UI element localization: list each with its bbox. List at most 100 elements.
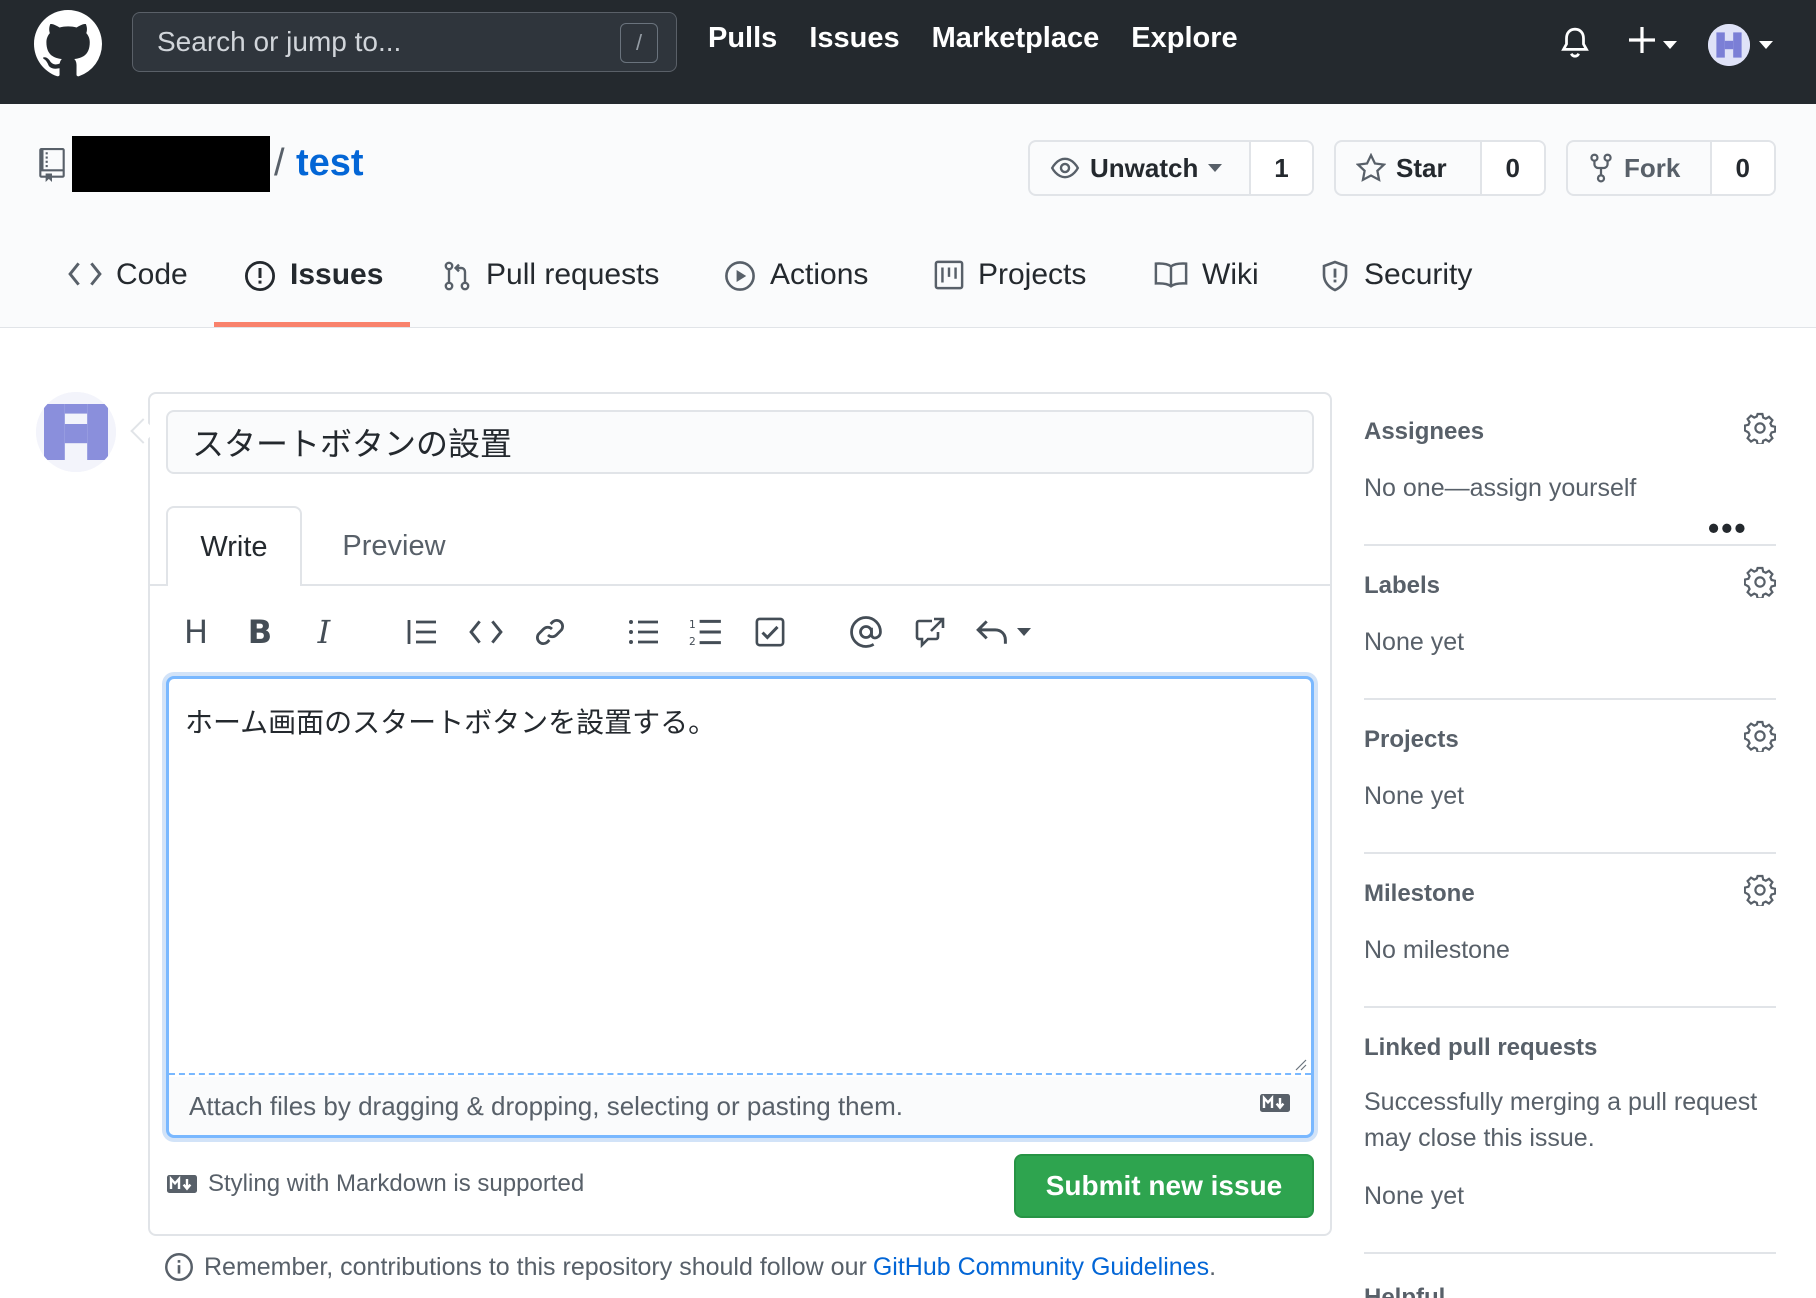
chevron-down-icon [1017,628,1031,636]
task-list-button[interactable] [748,608,792,656]
mention-button[interactable] [844,608,888,656]
fork-icon [1590,153,1612,183]
chevron-down-icon [1208,164,1223,172]
watch-button-group: Unwatch 1 [1028,140,1314,196]
tab-write[interactable]: Write [166,506,302,586]
gear-icon[interactable] [1744,412,1776,444]
fork-count[interactable]: 0 [1711,142,1774,194]
guidelines-suffix: . [1209,1252,1217,1281]
nav-issues[interactable]: Issues [809,22,899,55]
pull-request-icon [444,261,470,291]
guidelines-prefix: Remember, contributions to this reposito… [204,1252,867,1281]
bold-icon: B [247,613,273,651]
author-avatar[interactable] [36,392,116,472]
italic-icon: I [317,613,331,651]
tab-preview[interactable]: Preview [316,506,472,586]
tab-issues-label: Issues [290,258,384,291]
nav-explore[interactable]: Explore [1131,22,1237,55]
chevron-down-icon[interactable] [1662,40,1678,50]
fork-button-group: Fork 0 [1566,140,1776,196]
saved-replies-dropdown[interactable] [1002,608,1046,656]
unwatch-button[interactable]: Unwatch [1030,142,1252,194]
tab-code[interactable]: Code [68,248,188,328]
tab-actions[interactable]: Actions [724,248,868,328]
repo-icon [39,148,65,182]
star-count[interactable]: 0 [1481,142,1544,194]
linked-pr-value: None yet [1364,1182,1465,1210]
search-shortcut-key: / [620,23,658,63]
tab-code-label: Code [116,258,188,291]
repo-tabs: Code Issues Pull requests Actions Projec… [0,248,1816,546]
helpful-resources-title: Helpful [1364,1284,1446,1298]
tab-wiki-label: Wiki [1202,258,1259,291]
global-header: / Pulls Issues Marketplace Explore [0,0,1816,104]
active-tab-indicator [214,322,410,327]
assignees-title[interactable]: Assignees [1364,418,1484,446]
eye-icon [1050,157,1080,179]
projects-title[interactable]: Projects [1364,726,1459,754]
repo-name-link[interactable]: test [296,142,364,185]
star-button[interactable]: Star [1336,142,1482,194]
gear-icon[interactable] [1744,720,1776,752]
projects-value: None yet [1364,782,1465,810]
link-icon [536,619,564,645]
github-mark-icon[interactable] [34,10,102,78]
fork-button[interactable]: Fork [1568,142,1712,194]
quote-icon [407,620,436,644]
redacted-owner-name [72,136,270,192]
linked-pr-description-line1: Successfully merging a pull request [1364,1088,1758,1116]
svg-text:1: 1 [689,618,696,631]
milestone-section: Milestone No milestone [1364,874,1776,1008]
heading-icon: H [183,613,209,651]
tab-wiki[interactable]: Wiki [1154,248,1259,328]
nav-pulls[interactable]: Pulls [708,22,777,55]
tab-pull-requests[interactable]: Pull requests [442,248,659,328]
heading-button[interactable]: H [174,608,218,656]
tab-issues[interactable]: Issues [244,248,383,328]
italic-button[interactable]: I [302,608,346,656]
tab-security[interactable]: Security [1320,248,1472,328]
avatar[interactable] [1708,24,1750,66]
nav-marketplace[interactable]: Marketplace [932,22,1100,55]
assign-yourself-link[interactable]: No one—assign yourself [1364,470,1636,506]
submit-new-issue-button[interactable]: Submit new issue [1014,1154,1314,1218]
contribution-guidelines-note: Remember, contributions to this reposito… [164,1252,1216,1282]
ordered-list-icon: 1 2 [689,618,721,647]
markdown-note-text: Styling with Markdown is supported [208,1170,585,1197]
community-guidelines-link[interactable]: GitHub Community Guidelines [873,1253,1209,1282]
linked-pr-description-line2: may close this issue. [1364,1124,1595,1152]
markdown-support-note[interactable]: Styling with Markdown is supported [166,1170,584,1198]
shield-icon [1322,260,1348,292]
star-label: Star [1396,152,1447,183]
reference-button[interactable] [908,608,952,656]
linked-pull-requests-title: Linked pull requests [1364,1034,1598,1061]
identicon-icon [1708,24,1750,66]
chevron-down-icon[interactable] [1758,40,1774,50]
plus-icon[interactable] [1626,24,1658,56]
watch-count[interactable]: 1 [1251,142,1312,194]
bell-icon[interactable] [1558,24,1592,62]
assignees-section: Assignees No one—assign yourself [1364,412,1776,546]
numbered-list-button[interactable]: 1 2 [684,608,728,656]
code-button[interactable] [464,608,508,656]
quote-button[interactable] [400,608,444,656]
tab-projects[interactable]: Projects [934,248,1086,328]
search-box[interactable]: / [132,12,677,72]
mention-icon [850,616,882,648]
issue-body-textarea[interactable]: ホーム画面のスタートボタンを設置する。 [169,679,1311,1075]
link-button[interactable] [528,608,572,656]
gear-icon[interactable] [1744,566,1776,598]
issue-title-input[interactable] [166,410,1314,474]
search-input[interactable] [133,13,676,71]
file-attach-area[interactable]: Attach files by dragging & dropping, sel… [169,1077,1311,1135]
bold-button[interactable]: B [238,608,282,656]
markdown-icon [1260,1094,1290,1112]
unordered-list-icon [629,620,658,644]
repo-path-separator: / [274,142,285,184]
book-icon [1154,262,1188,288]
bulleted-list-button[interactable] [622,608,666,656]
resize-handle-icon[interactable] [1293,1057,1307,1071]
milestone-title[interactable]: Milestone [1364,880,1475,908]
labels-title[interactable]: Labels [1364,572,1440,600]
gear-icon[interactable] [1744,874,1776,906]
